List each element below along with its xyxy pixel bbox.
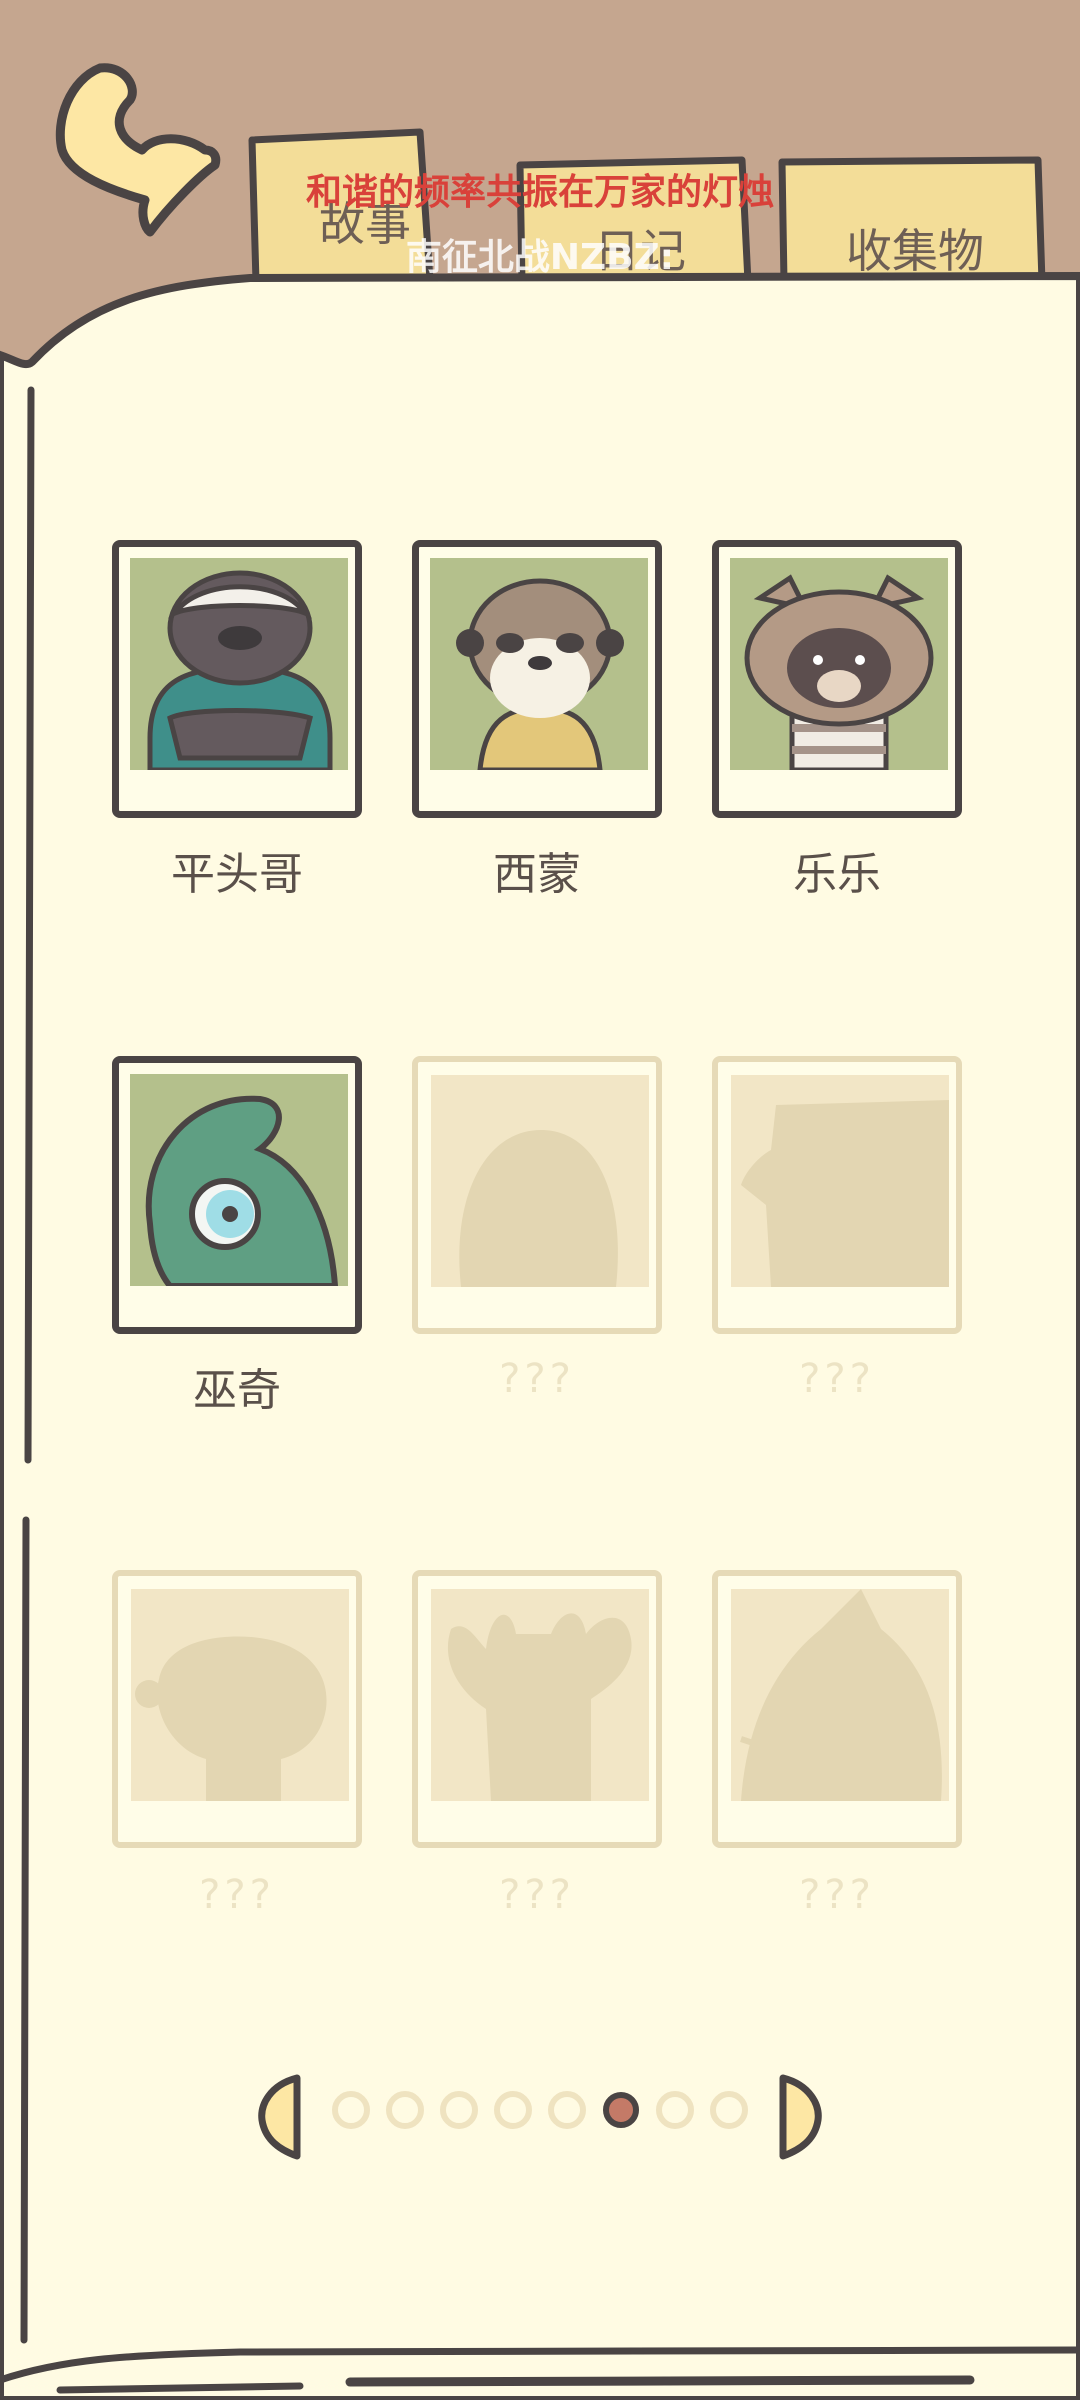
next-page-button[interactable] bbox=[779, 2074, 822, 2160]
character-card-2[interactable] bbox=[412, 540, 662, 818]
previous-page-button[interactable] bbox=[258, 2074, 301, 2160]
raccoon-dog-portrait bbox=[730, 558, 948, 770]
page-dot[interactable] bbox=[332, 2091, 370, 2129]
overlay-caption-red: 和谐的频率共振在万家的灯烛 bbox=[305, 172, 774, 213]
character-name-8: ??? bbox=[499, 1872, 575, 1918]
moose-silhouette bbox=[431, 1589, 649, 1801]
character-name-1: 平头哥 bbox=[171, 849, 303, 900]
character-card-1[interactable] bbox=[112, 540, 362, 818]
character-card-9[interactable] bbox=[712, 1570, 962, 1848]
bird-silhouette bbox=[731, 1589, 949, 1801]
page-dot[interactable] bbox=[386, 2091, 424, 2129]
character-card-8[interactable] bbox=[412, 1570, 662, 1848]
character-name-3: 乐乐 bbox=[793, 849, 881, 900]
back-arrow-icon[interactable] bbox=[55, 63, 221, 237]
page-dot[interactable] bbox=[548, 2091, 586, 2129]
page-dot[interactable] bbox=[710, 2091, 748, 2129]
meerkat-portrait bbox=[430, 558, 648, 770]
character-name-9: ??? bbox=[799, 1872, 875, 1918]
pagination bbox=[258, 2074, 822, 2160]
character-name-5: ??? bbox=[499, 1356, 575, 1402]
character-name-6: ??? bbox=[799, 1356, 875, 1402]
character-card-4[interactable] bbox=[112, 1056, 362, 1334]
page-dot[interactable] bbox=[656, 2091, 694, 2129]
character-card-3[interactable] bbox=[712, 540, 962, 818]
page-dot-active[interactable] bbox=[603, 2092, 639, 2128]
egg-silhouette bbox=[431, 1075, 649, 1287]
character-card-7[interactable] bbox=[112, 1570, 362, 1848]
page-dot[interactable] bbox=[494, 2091, 532, 2129]
game-screen: 故事 日记 收集物 和谐的频率共振在万家的灯烛 南征北战NZBZ: 平头哥 西蒙 bbox=[0, 0, 1080, 2400]
page-dot[interactable] bbox=[440, 2091, 478, 2129]
tab-collectibles-label: 收集物 bbox=[846, 224, 984, 278]
character-name-4: 巫奇 bbox=[193, 1365, 281, 1416]
character-name-7: ??? bbox=[199, 1872, 275, 1918]
character-card-6[interactable] bbox=[712, 1056, 962, 1334]
fox-silhouette bbox=[731, 1075, 949, 1287]
chameleon-portrait bbox=[130, 1074, 348, 1286]
honey-badger-portrait bbox=[130, 558, 348, 770]
overlay-caption-white: 南征北战NZBZ: bbox=[405, 237, 675, 278]
monkey-silhouette bbox=[131, 1589, 349, 1801]
character-card-5[interactable] bbox=[412, 1056, 662, 1334]
character-name-2: 西蒙 bbox=[493, 849, 581, 900]
